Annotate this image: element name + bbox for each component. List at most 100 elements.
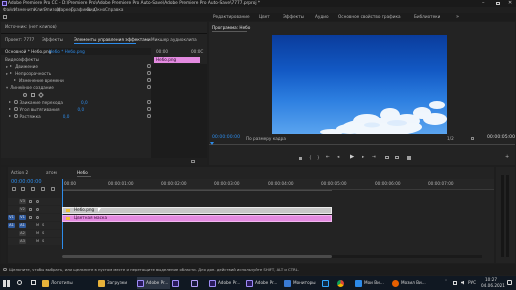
- wrench-icon[interactable]: [471, 137, 474, 140]
- effect-row-transition[interactable]: Заикание перехода 0,0: [9, 99, 88, 105]
- taskbar-item-9[interactable]: [337, 277, 346, 289]
- clock-time[interactable]: 10:27: [485, 277, 497, 282]
- linked-select-icon[interactable]: [21, 187, 25, 191]
- tab-effects[interactable]: Эффекты: [42, 37, 63, 42]
- workspace-effects[interactable]: Эффекты: [283, 14, 304, 19]
- workspace-graphics[interactable]: Основное свойство графика: [338, 14, 401, 19]
- menu-file[interactable]: Файл: [3, 7, 15, 12]
- search-icon[interactable]: [17, 279, 22, 285]
- go-to-in-icon[interactable]: ⇤: [326, 155, 330, 161]
- reset-icon[interactable]: [147, 85, 151, 89]
- mute-icon[interactable]: M: [36, 223, 39, 228]
- tray-chevron-icon[interactable]: ˄: [445, 280, 447, 284]
- stopwatch-icon[interactable]: [14, 100, 18, 104]
- lock-icon[interactable]: [29, 199, 32, 203]
- timeline-timecode[interactable]: 00:00:00:00: [11, 180, 42, 185]
- effect-row-opacity[interactable]: ▸ Непрозрачность: [6, 70, 51, 76]
- effect-row-linear[interactable]: ▾ Линейное создание: [6, 84, 54, 90]
- menu-help[interactable]: Справка: [105, 7, 123, 12]
- reset-icon[interactable]: [147, 107, 151, 111]
- taskbar-item-10[interactable]: Мои Ви...: [355, 277, 384, 289]
- network-icon[interactable]: [453, 280, 457, 285]
- add-button-icon[interactable]: +: [505, 155, 509, 160]
- mark-in-icon[interactable]: {: [309, 156, 312, 160]
- workspace-more-icon[interactable]: »: [456, 14, 459, 20]
- volume-icon[interactable]: [461, 280, 464, 285]
- effect-row-motion[interactable]: ▸ Движение: [6, 63, 38, 69]
- effect-row-angle[interactable]: Угол вытягивания 0,0: [9, 106, 84, 112]
- task-view-icon[interactable]: [31, 280, 36, 285]
- start-button[interactable]: [3, 279, 10, 287]
- menu-window[interactable]: Окно: [94, 7, 105, 12]
- tab-project[interactable]: Проект: 7777: [5, 37, 34, 42]
- stopwatch-icon[interactable]: [14, 114, 18, 118]
- expand-icon[interactable]: [9, 101, 11, 103]
- go-to-out-icon[interactable]: ⇥: [372, 155, 376, 161]
- work-area-bar[interactable]: [62, 190, 332, 191]
- a1-source-patch[interactable]: A1: [8, 222, 15, 228]
- program-timecode[interactable]: 00:00:00:00: [212, 135, 240, 141]
- play-icon[interactable]: ▶: [350, 154, 354, 161]
- value-0[interactable]: 0,0: [81, 100, 88, 105]
- v1-source-patch[interactable]: V1: [8, 214, 15, 220]
- taskbar-item-4[interactable]: [191, 277, 200, 289]
- track-label-a2[interactable]: A2: [19, 230, 26, 236]
- lift-icon[interactable]: [385, 156, 389, 159]
- timeline-tab-0[interactable]: Action 2: [11, 170, 28, 175]
- fit-select[interactable]: По размеру кадра: [246, 136, 286, 141]
- taskbar-item-6[interactable]: Adobe Pr...: [246, 277, 277, 289]
- mark-out-icon[interactable]: }: [317, 156, 320, 160]
- solo-icon[interactable]: S: [42, 239, 44, 244]
- effect-row-stretch[interactable]: Растяжка 0,0: [9, 113, 69, 119]
- expand-icon[interactable]: [9, 108, 11, 110]
- workspace-audio[interactable]: Аудио: [315, 14, 329, 19]
- expand-icon[interactable]: [10, 65, 13, 67]
- taskbar-item-8[interactable]: [322, 277, 331, 289]
- close-button[interactable]: ✕: [508, 0, 512, 6]
- expand-icon[interactable]: [9, 115, 11, 117]
- expand-icon[interactable]: [14, 79, 16, 81]
- wrench-icon[interactable]: [41, 187, 45, 191]
- tab-source[interactable]: Источник: (нет клипов): [5, 24, 57, 29]
- workspace-editing[interactable]: Редактирование: [213, 14, 250, 19]
- step-forward-icon[interactable]: ▸: [362, 155, 364, 161]
- eye-icon[interactable]: [36, 199, 39, 203]
- taskbar-item-0[interactable]: Логотипы: [42, 277, 73, 289]
- quality-select[interactable]: 1/2: [447, 136, 454, 141]
- reset-icon[interactable]: [147, 114, 151, 118]
- captions-icon[interactable]: [51, 187, 55, 191]
- eye-icon[interactable]: [36, 215, 39, 219]
- solo-icon[interactable]: S: [42, 231, 44, 236]
- reset-icon[interactable]: [147, 78, 151, 82]
- maximize-button[interactable]: [496, 1, 500, 6]
- notifications-icon[interactable]: [507, 280, 512, 285]
- home-icon[interactable]: [3, 15, 7, 19]
- export-frame-icon[interactable]: [407, 156, 411, 160]
- taskbar-item-5[interactable]: Adobe Pr...: [209, 277, 240, 289]
- tab-audio-mixer[interactable]: Микшер аудиоклипа: [151, 37, 197, 42]
- timeline-tab-1[interactable]: атом: [46, 170, 57, 175]
- taskbar-item-7[interactable]: Мониторы: [284, 277, 316, 289]
- minimize-button[interactable]: –: [482, 0, 485, 6]
- tab-effect-controls[interactable]: Элементы управления эффектами: [74, 37, 151, 42]
- reset-icon[interactable]: [147, 100, 151, 104]
- workspace-color[interactable]: Цвет: [259, 14, 270, 19]
- mask-ellipse-icon[interactable]: [23, 93, 27, 97]
- track-label-v2[interactable]: V2: [19, 206, 26, 212]
- taskbar-item-2[interactable]: Adobe Pr...: [137, 277, 171, 289]
- language-indicator[interactable]: РУС: [468, 280, 476, 285]
- lock-icon[interactable]: [29, 207, 32, 211]
- footer-filter-icon[interactable]: [191, 160, 195, 163]
- step-back-icon[interactable]: ◂: [337, 155, 339, 161]
- clip-link[interactable]: Небо * Небо.png: [49, 49, 85, 54]
- timeline-scroll-thumb[interactable]: [62, 255, 332, 258]
- taskbar-item-11[interactable]: Мозил Ви...: [392, 277, 426, 289]
- track-label-a3[interactable]: A3: [19, 238, 26, 244]
- add-marker-icon[interactable]: [31, 187, 35, 191]
- lock-icon[interactable]: [29, 215, 32, 219]
- taskbar-item-1[interactable]: Загрузки: [98, 277, 127, 289]
- video-frame[interactable]: [272, 35, 447, 134]
- stopwatch-icon[interactable]: [14, 107, 18, 111]
- playhead-marker[interactable]: [210, 142, 214, 145]
- track-label-v3[interactable]: V3: [19, 198, 26, 204]
